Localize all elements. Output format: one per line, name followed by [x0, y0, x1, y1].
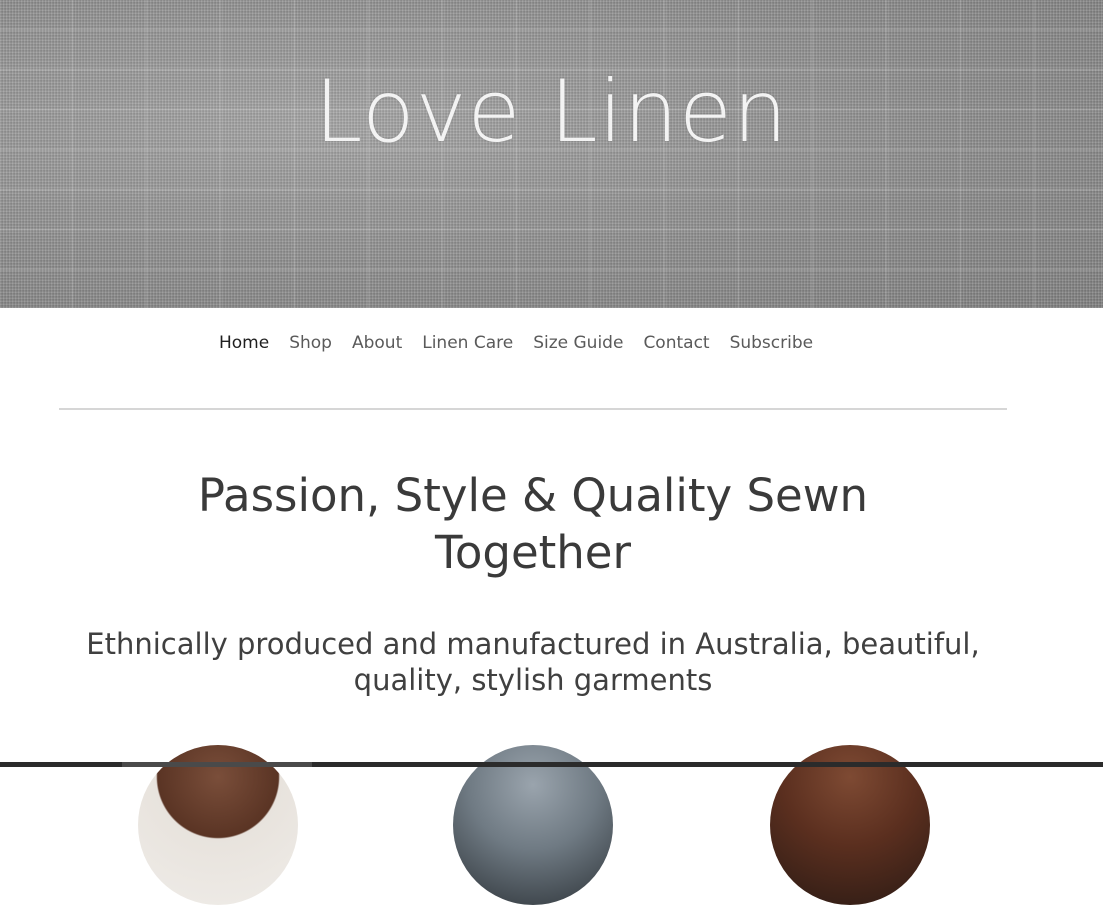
nav-item-shop[interactable]: Shop [289, 333, 332, 353]
hero-banner: Love Linen [0, 0, 1103, 308]
site-title[interactable]: Love Linen [0, 62, 1103, 162]
product-image-2[interactable] [453, 745, 613, 905]
page-subheadline: Ethnically produced and manufactured in … [86, 627, 980, 697]
scrollbar-thumb[interactable] [122, 762, 312, 767]
nav-item-about[interactable]: About [352, 333, 402, 353]
horizontal-scrollbar[interactable] [0, 762, 1103, 767]
nav-item-linen-care[interactable]: Linen Care [422, 333, 513, 353]
nav-item-contact[interactable]: Contact [643, 333, 709, 353]
product-image-3[interactable] [770, 745, 930, 905]
nav-divider [59, 408, 1007, 410]
nav-item-home[interactable]: Home [219, 333, 269, 353]
page-headline: Passion, Style & Quality Sewn Together [197, 469, 869, 579]
main-navigation: Home Shop About Linen Care Size Guide Co… [219, 330, 813, 356]
product-image-1[interactable] [138, 745, 298, 905]
nav-item-size-guide[interactable]: Size Guide [533, 333, 623, 353]
nav-item-subscribe[interactable]: Subscribe [730, 333, 814, 353]
